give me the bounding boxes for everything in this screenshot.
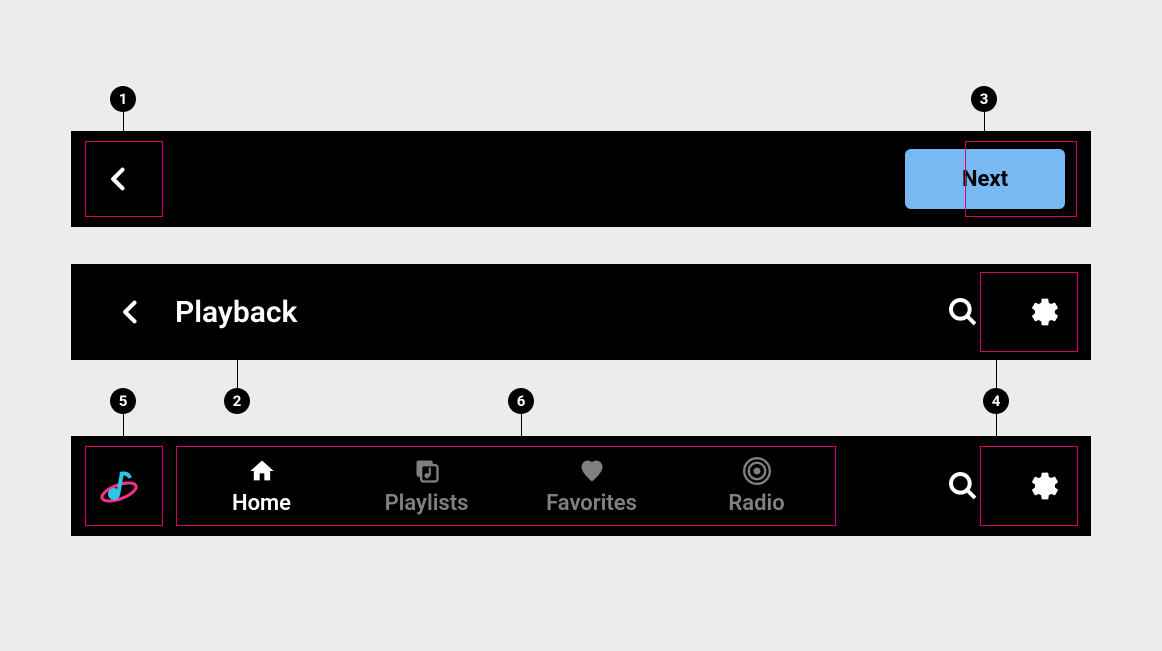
gear-icon bbox=[1029, 296, 1061, 328]
leader-4a bbox=[996, 352, 997, 388]
search-icon bbox=[947, 470, 979, 502]
leader-3 bbox=[984, 112, 985, 141]
page-title: Playback bbox=[175, 295, 297, 330]
playlist-icon bbox=[413, 457, 441, 485]
tab-label: Playlists bbox=[385, 491, 469, 516]
settings-button[interactable] bbox=[1017, 458, 1073, 514]
app-logo[interactable] bbox=[89, 456, 149, 516]
chevron-left-icon bbox=[105, 165, 133, 193]
next-button[interactable]: Next bbox=[905, 149, 1065, 209]
leader-5 bbox=[123, 414, 124, 446]
home-icon bbox=[248, 457, 276, 485]
appbar-tabs: Home Playlists Favorites Radio bbox=[71, 436, 1091, 536]
tab-home[interactable]: Home bbox=[179, 451, 344, 522]
leader-4b bbox=[996, 414, 997, 446]
tab-label: Home bbox=[232, 491, 291, 516]
tab-favorites[interactable]: Favorites bbox=[509, 451, 674, 522]
search-icon bbox=[947, 296, 979, 328]
callout-3: 3 bbox=[971, 86, 997, 112]
tab-playlists[interactable]: Playlists bbox=[344, 451, 509, 522]
appbar-simple: Next bbox=[71, 131, 1091, 227]
music-logo-icon bbox=[97, 464, 141, 508]
appbar-title-actions: Playback bbox=[71, 264, 1091, 360]
next-button-label: Next bbox=[962, 167, 1008, 192]
back-button[interactable] bbox=[89, 149, 149, 209]
back-button[interactable] bbox=[101, 282, 161, 342]
gear-icon bbox=[1029, 470, 1061, 502]
action-group bbox=[935, 284, 1073, 340]
search-button[interactable] bbox=[935, 458, 991, 514]
chevron-left-icon bbox=[117, 298, 145, 326]
tab-bar: Home Playlists Favorites Radio bbox=[179, 451, 839, 522]
settings-button[interactable] bbox=[1017, 284, 1073, 340]
tab-label: Favorites bbox=[546, 491, 637, 516]
callout-5: 5 bbox=[110, 388, 136, 414]
radio-icon bbox=[743, 457, 771, 485]
search-button[interactable] bbox=[935, 284, 991, 340]
tab-label: Radio bbox=[728, 491, 784, 516]
heart-icon bbox=[578, 457, 606, 485]
leader-1 bbox=[123, 112, 124, 141]
leader-6 bbox=[521, 414, 522, 446]
callout-4: 4 bbox=[983, 388, 1009, 414]
leader-2 bbox=[237, 330, 238, 388]
callout-2: 2 bbox=[224, 388, 250, 414]
action-group bbox=[935, 458, 1073, 514]
callout-1: 1 bbox=[110, 86, 136, 112]
callout-6: 6 bbox=[508, 388, 534, 414]
tab-radio[interactable]: Radio bbox=[674, 451, 839, 522]
